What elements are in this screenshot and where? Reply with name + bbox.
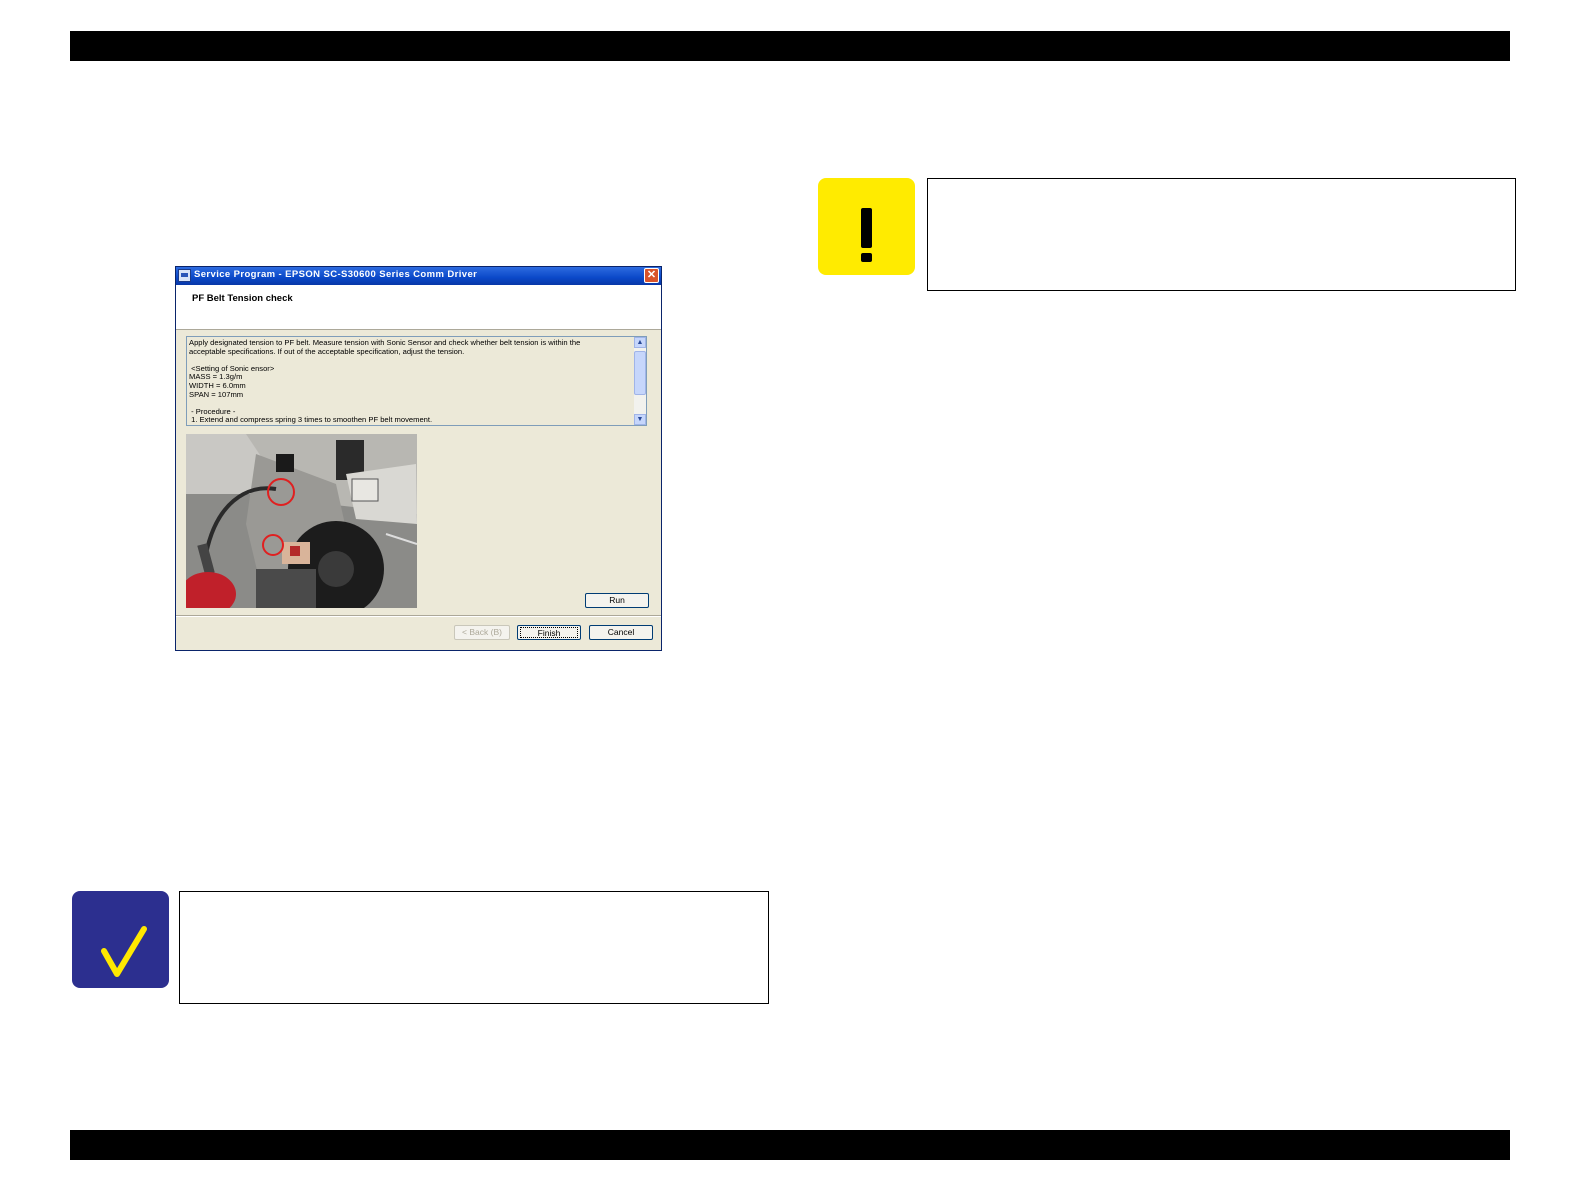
scroll-down-icon[interactable]: ▼ xyxy=(634,414,646,425)
window-titlebar[interactable]: Service Program - EPSON SC-S30600 Series… xyxy=(176,267,661,285)
description-line: <Setting of Sonic ensor> xyxy=(189,363,275,373)
button-separator xyxy=(176,615,661,617)
description-line xyxy=(189,399,632,408)
caution-box xyxy=(818,178,915,275)
pf-belt-photo xyxy=(186,434,417,608)
description-text: Apply designated tension to PF belt. Mea… xyxy=(189,338,632,425)
description-line: SPAN = 107mm xyxy=(189,389,244,399)
close-icon[interactable]: ✕ xyxy=(644,268,659,283)
scroll-up-icon[interactable]: ▲ xyxy=(634,337,646,348)
description-line: WIDTH = 6.0mm xyxy=(189,380,246,390)
checkpoint-box xyxy=(72,891,169,988)
run-button[interactable]: Run xyxy=(585,593,649,608)
finish-button[interactable]: Finish xyxy=(517,625,581,640)
description-line: 1. Extend and compress spring 3 times to… xyxy=(189,415,433,425)
description-textbox[interactable]: Apply designated tension to PF belt. Mea… xyxy=(186,336,647,426)
service-program-window: Service Program - EPSON SC-S30600 Series… xyxy=(175,266,662,651)
caution-note-box xyxy=(927,178,1516,291)
vertical-scrollbar[interactable]: ▲ ▼ xyxy=(634,337,646,425)
footer-bar xyxy=(70,1130,1510,1160)
description-line: acceptable specifications. If out of the… xyxy=(189,346,465,356)
application-icon xyxy=(178,269,191,282)
window-title: Service Program - EPSON SC-S30600 Series… xyxy=(194,269,478,280)
scroll-thumb[interactable] xyxy=(634,351,646,395)
page-title: PF Belt Tension check xyxy=(192,293,293,304)
wizard-header: PF Belt Tension check xyxy=(176,285,661,330)
exclamation-icon xyxy=(861,208,872,262)
checkmark-icon xyxy=(101,926,147,977)
back-button[interactable]: < Back (B) xyxy=(454,625,510,640)
checkpoint-note-box xyxy=(179,891,769,1004)
cancel-button[interactable]: Cancel xyxy=(589,625,653,640)
description-line: MASS = 1.3g/m xyxy=(189,372,243,382)
finish-button-label: Finish xyxy=(520,627,578,638)
header-bar xyxy=(70,31,1510,61)
